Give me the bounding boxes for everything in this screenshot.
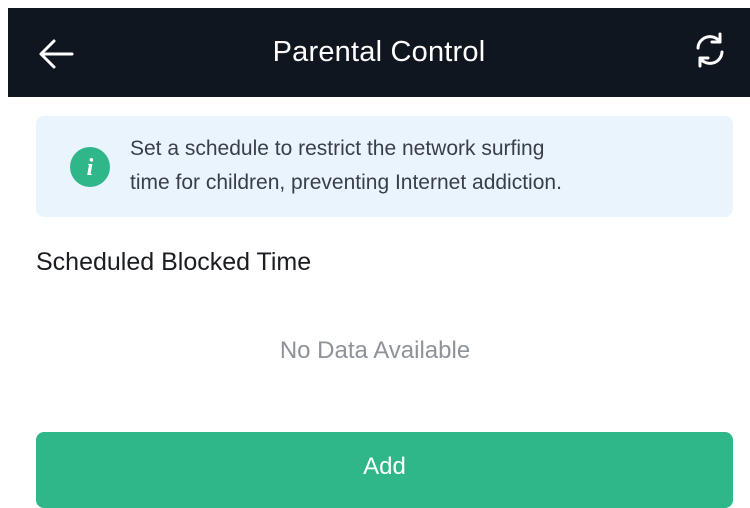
info-line-2: time for children, preventing Internet a… xyxy=(130,171,562,194)
info-banner: i Set a schedule to restrict the network… xyxy=(36,116,733,217)
svg-text:i: i xyxy=(87,155,94,181)
add-button[interactable]: Add xyxy=(36,432,733,508)
info-line-1: Set a schedule to restrict the network s… xyxy=(130,137,545,160)
section-title: Scheduled Blocked Time xyxy=(36,248,312,276)
refresh-icon xyxy=(696,32,724,68)
app-header: Parental Control xyxy=(8,8,750,97)
page-title: Parental Control xyxy=(272,36,486,68)
info-icon: i xyxy=(70,147,110,187)
add-button-label: Add xyxy=(363,453,406,480)
info-text: Set a schedule to restrict the network s… xyxy=(130,132,720,200)
empty-state-text: No Data Available xyxy=(279,337,471,364)
refresh-button[interactable] xyxy=(688,28,732,72)
